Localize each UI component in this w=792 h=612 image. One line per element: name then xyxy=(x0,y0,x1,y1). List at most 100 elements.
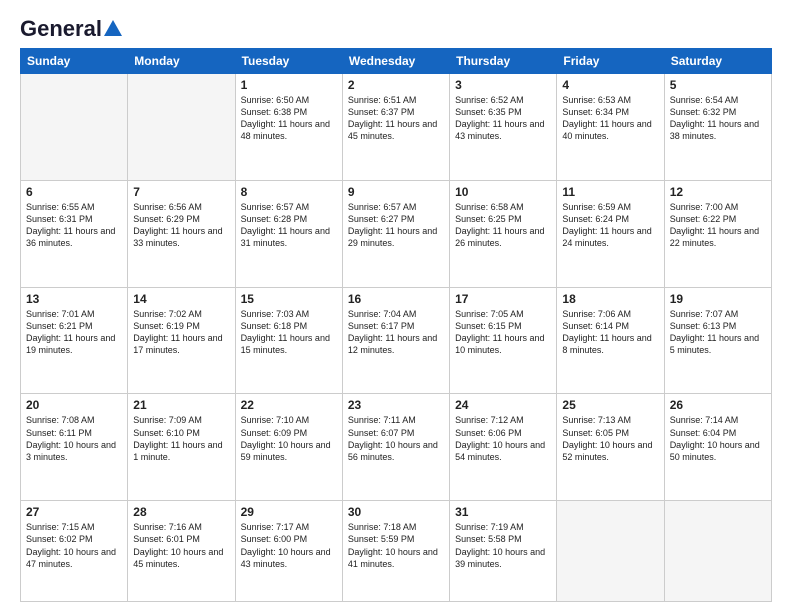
calendar-cell: 2 Sunrise: 6:51 AMSunset: 6:37 PMDaylight… xyxy=(342,74,449,181)
day-number: 10 xyxy=(455,185,551,199)
day-number: 28 xyxy=(133,505,229,519)
cell-info: Sunrise: 7:04 AMSunset: 6:17 PMDaylight:… xyxy=(348,309,437,355)
day-number: 22 xyxy=(241,398,337,412)
calendar-cell: 24 Sunrise: 7:12 AMSunset: 6:06 PMDayligh… xyxy=(450,394,557,501)
day-number: 4 xyxy=(562,78,658,92)
cell-info: Sunrise: 7:19 AMSunset: 5:58 PMDaylight:… xyxy=(455,522,545,568)
calendar-cell: 14Sunrise: 7:02 AMSunset: 6:19 PMDayligh… xyxy=(128,287,235,394)
week-row-4: 20 Sunrise: 7:08 AMSunset: 6:11 PMDayligh… xyxy=(21,394,772,501)
calendar-cell: 28 Sunrise: 7:16 AMSunset: 6:01 PMDayligh… xyxy=(128,501,235,602)
calendar-cell: 29 Sunrise: 7:17 AMSunset: 6:00 PMDayligh… xyxy=(235,501,342,602)
cell-info: Sunrise: 7:06 AMSunset: 6:14 PMDaylight:… xyxy=(562,309,651,355)
calendar-cell: 18 Sunrise: 7:06 AMSunset: 6:14 PMDayligh… xyxy=(557,287,664,394)
day-number: 24 xyxy=(455,398,551,412)
calendar-cell: 4 Sunrise: 6:53 AMSunset: 6:34 PMDaylight… xyxy=(557,74,664,181)
calendar-cell: 17 Sunrise: 7:05 AMSunset: 6:15 PMDayligh… xyxy=(450,287,557,394)
day-number: 2 xyxy=(348,78,444,92)
cell-info: Sunrise: 7:09 AMSunset: 6:10 PMDaylight:… xyxy=(133,415,222,461)
calendar-cell: 5 Sunrise: 6:54 AMSunset: 6:32 PMDaylight… xyxy=(664,74,771,181)
cell-info: Sunrise: 7:07 AMSunset: 6:13 PMDaylight:… xyxy=(670,309,759,355)
calendar-cell: 10 Sunrise: 6:58 AMSunset: 6:25 PMDayligh… xyxy=(450,180,557,287)
day-number: 18 xyxy=(562,292,658,306)
day-header-tuesday: Tuesday xyxy=(235,49,342,74)
calendar-cell: 21 Sunrise: 7:09 AMSunset: 6:10 PMDayligh… xyxy=(128,394,235,501)
calendar-cell: 7Sunrise: 6:56 AMSunset: 6:29 PMDaylight… xyxy=(128,180,235,287)
day-number: 29 xyxy=(241,505,337,519)
calendar-cell: 15 Sunrise: 7:03 AMSunset: 6:18 PMDayligh… xyxy=(235,287,342,394)
logo: General xyxy=(20,16,122,38)
day-header-monday: Monday xyxy=(128,49,235,74)
cell-info: Sunrise: 7:11 AMSunset: 6:07 PMDaylight:… xyxy=(348,415,438,461)
cell-info: Sunrise: 7:05 AMSunset: 6:15 PMDaylight:… xyxy=(455,309,544,355)
calendar-header-row: SundayMondayTuesdayWednesdayThursdayFrid… xyxy=(21,49,772,74)
day-header-thursday: Thursday xyxy=(450,49,557,74)
day-number: 5 xyxy=(670,78,766,92)
day-header-wednesday: Wednesday xyxy=(342,49,449,74)
calendar-cell: 9 Sunrise: 6:57 AMSunset: 6:27 PMDaylight… xyxy=(342,180,449,287)
cell-info: Sunrise: 6:57 AMSunset: 6:28 PMDaylight:… xyxy=(241,202,330,248)
calendar-cell: 11 Sunrise: 6:59 AMSunset: 6:24 PMDayligh… xyxy=(557,180,664,287)
day-number: 3 xyxy=(455,78,551,92)
calendar-cell: 13Sunrise: 7:01 AMSunset: 6:21 PMDayligh… xyxy=(21,287,128,394)
cell-info: Sunrise: 6:53 AMSunset: 6:34 PMDaylight:… xyxy=(562,95,651,141)
logo-triangle-icon xyxy=(104,18,122,36)
day-number: 23 xyxy=(348,398,444,412)
day-number: 9 xyxy=(348,185,444,199)
day-number: 7 xyxy=(133,185,229,199)
day-number: 25 xyxy=(562,398,658,412)
cell-info: Sunrise: 7:03 AMSunset: 6:18 PMDaylight:… xyxy=(241,309,330,355)
day-number: 15 xyxy=(241,292,337,306)
cell-info: Sunrise: 6:55 AMSunset: 6:31 PMDaylight:… xyxy=(26,202,115,248)
day-header-friday: Friday xyxy=(557,49,664,74)
day-number: 30 xyxy=(348,505,444,519)
calendar-cell: 8 Sunrise: 6:57 AMSunset: 6:28 PMDaylight… xyxy=(235,180,342,287)
cell-info: Sunrise: 6:51 AMSunset: 6:37 PMDaylight:… xyxy=(348,95,437,141)
calendar-cell: 23 Sunrise: 7:11 AMSunset: 6:07 PMDayligh… xyxy=(342,394,449,501)
cell-info: Sunrise: 7:18 AMSunset: 5:59 PMDaylight:… xyxy=(348,522,438,568)
day-number: 26 xyxy=(670,398,766,412)
logo-general: General xyxy=(20,16,102,42)
day-number: 12 xyxy=(670,185,766,199)
calendar-cell: 6 Sunrise: 6:55 AMSunset: 6:31 PMDaylight… xyxy=(21,180,128,287)
calendar-cell: 20 Sunrise: 7:08 AMSunset: 6:11 PMDayligh… xyxy=(21,394,128,501)
cell-info: Sunrise: 7:13 AMSunset: 6:05 PMDaylight:… xyxy=(562,415,652,461)
calendar-cell xyxy=(128,74,235,181)
week-row-3: 13Sunrise: 7:01 AMSunset: 6:21 PMDayligh… xyxy=(21,287,772,394)
calendar-cell: 1 Sunrise: 6:50 AMSunset: 6:38 PMDaylight… xyxy=(235,74,342,181)
cell-info: Sunrise: 6:58 AMSunset: 6:25 PMDaylight:… xyxy=(455,202,544,248)
day-number: 20 xyxy=(26,398,122,412)
day-number: 27 xyxy=(26,505,122,519)
cell-info: Sunrise: 7:16 AMSunset: 6:01 PMDaylight:… xyxy=(133,522,223,568)
calendar-cell xyxy=(664,501,771,602)
calendar-table: SundayMondayTuesdayWednesdayThursdayFrid… xyxy=(20,48,772,602)
day-number: 8 xyxy=(241,185,337,199)
calendar-cell: 22Sunrise: 7:10 AMSunset: 6:09 PMDayligh… xyxy=(235,394,342,501)
cell-info: Sunrise: 7:01 AMSunset: 6:21 PMDaylight:… xyxy=(26,309,115,355)
calendar-cell xyxy=(21,74,128,181)
calendar-cell: 31Sunrise: 7:19 AMSunset: 5:58 PMDayligh… xyxy=(450,501,557,602)
calendar-cell xyxy=(557,501,664,602)
day-header-saturday: Saturday xyxy=(664,49,771,74)
cell-info: Sunrise: 6:59 AMSunset: 6:24 PMDaylight:… xyxy=(562,202,651,248)
day-number: 6 xyxy=(26,185,122,199)
cell-info: Sunrise: 6:50 AMSunset: 6:38 PMDaylight:… xyxy=(241,95,330,141)
week-row-1: 1 Sunrise: 6:50 AMSunset: 6:38 PMDaylight… xyxy=(21,74,772,181)
cell-info: Sunrise: 7:12 AMSunset: 6:06 PMDaylight:… xyxy=(455,415,545,461)
cell-info: Sunrise: 7:14 AMSunset: 6:04 PMDaylight:… xyxy=(670,415,760,461)
header: General xyxy=(20,16,772,38)
calendar-cell: 16Sunrise: 7:04 AMSunset: 6:17 PMDayligh… xyxy=(342,287,449,394)
cell-info: Sunrise: 6:52 AMSunset: 6:35 PMDaylight:… xyxy=(455,95,544,141)
cell-info: Sunrise: 7:08 AMSunset: 6:11 PMDaylight:… xyxy=(26,415,116,461)
cell-info: Sunrise: 7:17 AMSunset: 6:00 PMDaylight:… xyxy=(241,522,331,568)
day-number: 19 xyxy=(670,292,766,306)
day-number: 11 xyxy=(562,185,658,199)
cell-info: Sunrise: 6:57 AMSunset: 6:27 PMDaylight:… xyxy=(348,202,437,248)
cell-info: Sunrise: 7:02 AMSunset: 6:19 PMDaylight:… xyxy=(133,309,222,355)
day-number: 21 xyxy=(133,398,229,412)
calendar-cell: 26 Sunrise: 7:14 AMSunset: 6:04 PMDayligh… xyxy=(664,394,771,501)
cell-info: Sunrise: 6:54 AMSunset: 6:32 PMDaylight:… xyxy=(670,95,759,141)
day-number: 17 xyxy=(455,292,551,306)
calendar-body: 1 Sunrise: 6:50 AMSunset: 6:38 PMDaylight… xyxy=(21,74,772,602)
day-number: 1 xyxy=(241,78,337,92)
calendar-cell: 25 Sunrise: 7:13 AMSunset: 6:05 PMDayligh… xyxy=(557,394,664,501)
